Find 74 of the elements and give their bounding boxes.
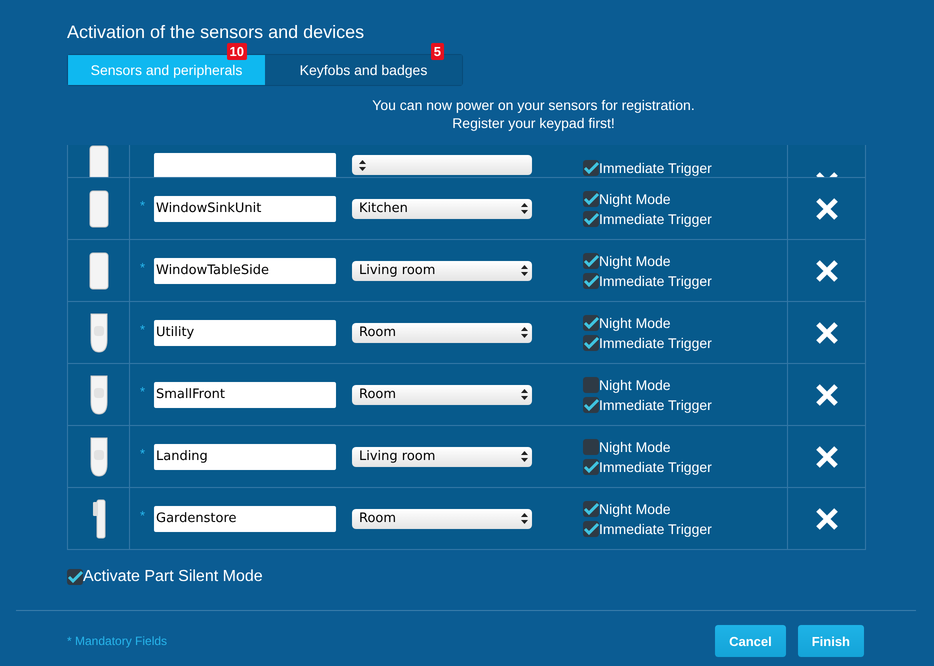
- name-field[interactable]: Landing: [154, 444, 336, 470]
- name-field[interactable]: SmallFront: [154, 382, 336, 408]
- mandatory-note: * Mandatory Fields: [67, 634, 168, 648]
- checkbox[interactable]: [583, 272, 599, 288]
- motion-sensor-icon: [88, 312, 110, 354]
- name-field[interactable]: Gardenstore: [154, 506, 336, 532]
- room-select[interactable]: Room: [352, 508, 532, 528]
- checkbox[interactable]: [583, 334, 599, 350]
- room-select[interactable]: Room: [352, 384, 532, 404]
- checkbox[interactable]: [583, 458, 599, 474]
- checkbox[interactable]: [583, 314, 599, 330]
- checkbox[interactable]: [583, 160, 599, 176]
- option-label: Immediate Trigger: [599, 272, 712, 290]
- checkbox[interactable]: [583, 438, 599, 454]
- name-field[interactable]: WindowSinkUnit: [154, 196, 336, 222]
- room-select[interactable]: Living room: [352, 260, 532, 280]
- required-mark: *: [140, 322, 146, 337]
- updown-arrow-icon: [521, 451, 528, 462]
- updown-arrow-icon: [521, 389, 528, 400]
- option-label: Night Mode: [599, 314, 671, 332]
- checkbox[interactable]: [67, 569, 83, 585]
- delete-icon[interactable]: [815, 258, 839, 282]
- option-label: Night Mode: [599, 438, 671, 456]
- option-label: Night Mode: [599, 190, 671, 208]
- checkbox[interactable]: [583, 376, 599, 392]
- window-sensor-icon: [88, 190, 108, 228]
- option-label: Immediate Trigger: [599, 210, 712, 228]
- room-select[interactable]: Kitchen: [352, 198, 532, 218]
- room-select[interactable]: Room: [352, 322, 532, 342]
- required-mark: *: [140, 384, 146, 399]
- checkbox[interactable]: [583, 210, 599, 226]
- name-field[interactable]: WindowTableSide: [154, 258, 336, 284]
- updown-arrow-icon: [521, 265, 528, 276]
- delete-icon[interactable]: [815, 444, 839, 468]
- updown-arrow-icon: [521, 327, 528, 338]
- instruction-text: Register your keypad first!: [451, 114, 616, 132]
- checkbox[interactable]: [583, 520, 599, 536]
- delete-icon[interactable]: [815, 382, 839, 406]
- tab[interactable]: Keyfobs and badges: [265, 55, 462, 85]
- required-mark: *: [140, 260, 146, 275]
- option-label: Night Mode: [599, 376, 671, 394]
- motion-sensor-icon: [88, 374, 110, 416]
- name-field[interactable]: Utility: [154, 320, 336, 346]
- option-label: Immediate Trigger: [599, 334, 712, 352]
- delete-icon[interactable]: [815, 320, 839, 344]
- required-mark: *: [140, 508, 146, 523]
- window-sensor-icon: [88, 145, 108, 177]
- delete-icon[interactable]: [815, 196, 839, 220]
- option-label: Night Mode: [599, 500, 671, 518]
- name-field[interactable]: [154, 153, 336, 177]
- instruction-text: You can now power on your sensors for registration.: [371, 96, 696, 114]
- checkbox[interactable]: [583, 500, 599, 516]
- option-label: Immediate Trigger: [599, 396, 712, 414]
- updown-arrow-icon: [521, 203, 528, 214]
- room-select[interactable]: Living room: [352, 446, 532, 466]
- window-sensor-icon: [88, 252, 108, 290]
- option-label: Immediate Trigger: [599, 458, 712, 476]
- delete-icon[interactable]: [815, 506, 839, 530]
- option-label: Immediate Trigger: [599, 520, 712, 538]
- updown-arrow-icon: [359, 160, 366, 170]
- updown-arrow-icon: [521, 513, 528, 524]
- checkbox[interactable]: [583, 190, 599, 206]
- count-badge: 10: [226, 43, 247, 60]
- motion-sensor-icon: [88, 436, 110, 478]
- door-sensor-icon: [92, 498, 106, 538]
- required-mark: *: [140, 198, 146, 213]
- option-label: Immediate Trigger: [599, 159, 712, 177]
- page-title: Activation of the sensors and devices: [67, 21, 366, 44]
- count-badge: 5: [430, 43, 444, 60]
- required-mark: *: [140, 446, 146, 461]
- checkbox[interactable]: [583, 396, 599, 412]
- part-silent-label: Activate Part Silent Mode: [83, 568, 263, 586]
- option-label: Night Mode: [599, 252, 671, 270]
- checkbox[interactable]: [583, 252, 599, 268]
